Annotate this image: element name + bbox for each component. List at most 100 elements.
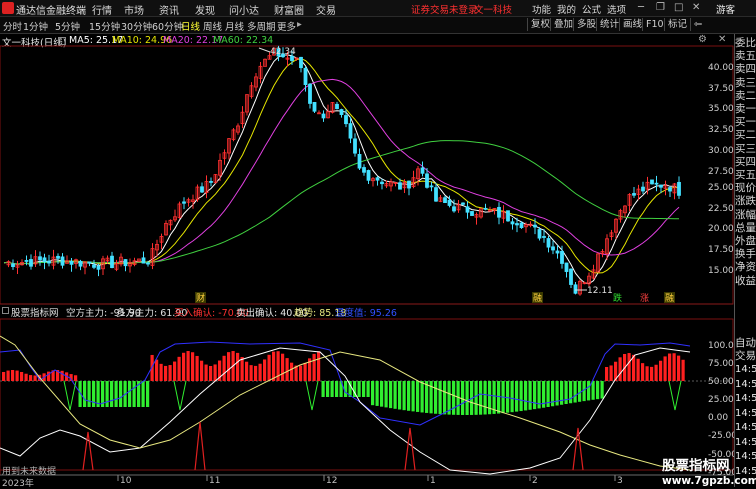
candle-body	[573, 284, 578, 294]
indicator-bars	[2, 351, 685, 415]
bear-bar	[357, 381, 361, 397]
price-tick: 35.00	[708, 104, 734, 114]
event-marker: 跌	[613, 293, 622, 304]
bull-bar	[164, 365, 168, 381]
candle-body	[560, 250, 564, 264]
bull-bar	[159, 363, 163, 381]
bear-bar	[398, 381, 402, 410]
bull-bar	[186, 351, 190, 381]
bull-bar	[254, 365, 258, 381]
candle-body	[654, 182, 659, 185]
bear-bar	[528, 381, 532, 410]
bull-bar	[267, 354, 271, 381]
bull-bar	[681, 359, 685, 381]
low-annotation: 12.11	[575, 286, 613, 296]
candle-body	[110, 255, 114, 269]
candle-body	[60, 256, 65, 266]
quote-field-label: 涨幅	[735, 208, 756, 221]
candle-body	[510, 221, 515, 225]
bear-bar	[461, 381, 465, 415]
candle-body	[87, 261, 92, 264]
buy-signal-spike	[82, 431, 94, 471]
candle-body	[537, 229, 542, 239]
candle-body	[299, 56, 303, 69]
x-axis-label: 1	[430, 476, 436, 486]
x-axis-label: 2	[532, 476, 538, 486]
bull-bar	[168, 365, 172, 381]
bear-bar	[510, 381, 514, 413]
bear-bar	[380, 381, 384, 407]
bull-bar	[29, 375, 33, 381]
candle-body	[551, 246, 555, 251]
candle-body	[425, 173, 429, 188]
ma60-line	[3, 140, 680, 265]
bull-bar	[641, 363, 645, 381]
candlesticks	[6, 45, 681, 296]
candle-body	[78, 260, 83, 267]
indicator-name[interactable]: 股票指标网	[11, 305, 59, 319]
auto-trade-label[interactable]: 自动	[735, 337, 756, 350]
quote-field-label: 买二	[735, 129, 756, 142]
indicator-tick: 0.00	[708, 413, 728, 423]
bull-bar	[672, 353, 676, 381]
bear-bar	[375, 381, 379, 406]
x-axis-label: 2023年	[2, 479, 34, 489]
bear-bar	[587, 381, 591, 401]
quote-field-label: 总量	[735, 221, 756, 234]
long-force-line	[0, 347, 691, 475]
candle-body	[447, 199, 452, 206]
tick-time: 14:5	[735, 378, 756, 390]
chart-canvas[interactable]: 40.00 37.50 35.00 32.50 30.00 27.50 25.0…	[0, 0, 734, 487]
candle-body	[429, 185, 434, 188]
high-annotation: 42.34	[258, 47, 296, 57]
bull-bar	[263, 359, 267, 381]
bull-bar	[33, 375, 37, 381]
candle-body	[461, 202, 465, 205]
bull-bar	[236, 352, 240, 381]
bear-bar	[105, 381, 109, 407]
bear-bar	[141, 381, 145, 407]
bull-bar	[249, 365, 253, 381]
bull-bar	[191, 352, 195, 381]
bull-bar	[659, 360, 663, 381]
candle-body	[312, 102, 317, 112]
indicator-tick: 50.00	[708, 377, 734, 387]
sell-signal-spike	[173, 380, 187, 411]
bull-bar	[258, 363, 262, 381]
bear-bar	[506, 381, 510, 413]
candle-body	[407, 180, 411, 189]
quote-field-label: 买三	[735, 142, 756, 155]
bull-bar	[290, 362, 294, 381]
sell-signal-spike	[63, 380, 77, 411]
bear-bar	[407, 381, 411, 411]
candle-body	[420, 167, 425, 174]
bull-bar	[200, 360, 204, 381]
bear-bar	[393, 381, 397, 409]
candle-body	[362, 167, 366, 173]
bear-bar	[366, 381, 370, 397]
bull-bar	[618, 357, 622, 381]
candle-body	[209, 181, 213, 183]
sell-signal-spike	[668, 380, 682, 411]
watermark: 股票指标网 www.7gpzb.com	[662, 459, 756, 489]
candle-body	[339, 109, 344, 115]
bear-bar	[524, 381, 528, 411]
auto-trade-label[interactable]: 交易	[735, 350, 756, 363]
quote-field-label: 换手	[735, 248, 756, 261]
candle-body	[24, 260, 29, 262]
bear-bar	[411, 381, 415, 412]
price-tick: 22.50	[708, 204, 734, 214]
bull-bar	[668, 353, 672, 381]
candle-body	[92, 264, 96, 268]
bear-bar	[132, 381, 136, 407]
candle-body	[123, 259, 128, 267]
bull-bar	[285, 358, 289, 381]
candle-body	[380, 181, 384, 185]
indicator-checkbox-icon[interactable]	[2, 307, 9, 314]
candle-body	[452, 206, 456, 212]
bull-bar	[645, 366, 649, 381]
bear-bar	[321, 381, 325, 397]
indicator-tick: -25.00	[708, 431, 734, 441]
bear-bar	[389, 381, 393, 409]
indicator-tick: 75.00	[708, 359, 734, 369]
